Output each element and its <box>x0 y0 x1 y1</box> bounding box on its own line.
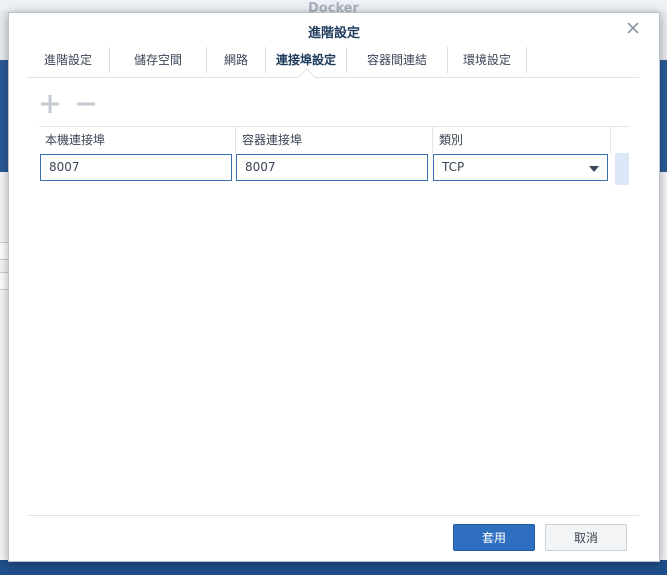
column-divider <box>610 127 611 153</box>
apply-button[interactable]: 套用 <box>453 524 535 551</box>
tab-storage[interactable]: 儲存空間 <box>110 45 206 76</box>
tab-label: 進階設定 <box>43 53 92 67</box>
row-selection-stripe <box>615 153 629 185</box>
footer-divider <box>27 515 639 516</box>
tab-label: 網路 <box>223 53 248 67</box>
tab-environment[interactable]: 環境設定 <box>448 45 526 76</box>
local-port-value: 8007 <box>49 160 80 174</box>
tab-container-links[interactable]: 容器間連結 <box>347 45 447 76</box>
minus-icon[interactable] <box>75 93 97 115</box>
dialog-title: 進階設定 <box>307 26 360 41</box>
type-select-value: TCP <box>442 160 465 174</box>
container-port-value: 8007 <box>245 160 276 174</box>
grid-header: 本機連接埠 容器連接埠 類別 <box>39 126 629 154</box>
cancel-button[interactable]: 取消 <box>545 524 627 551</box>
tab-label: 環境設定 <box>462 53 511 67</box>
plus-icon[interactable] <box>39 93 61 115</box>
tab-label: 容器間連結 <box>366 53 427 67</box>
column-header-local-port[interactable]: 本機連接埠 <box>39 127 235 153</box>
advanced-settings-dialog: 進階設定 進階設定 儲存空間 網路 連接埠設定 容器間連結 環境設定 本機連接埠… <box>8 12 660 562</box>
tab-label: 連接埠設定 <box>275 53 336 67</box>
tab-bar: 進階設定 儲存空間 網路 連接埠設定 容器間連結 環境設定 <box>27 45 639 87</box>
tab-label: 儲存空間 <box>133 53 182 67</box>
column-header-type[interactable]: 類別 <box>433 127 609 153</box>
tab-network[interactable]: 網路 <box>207 45 265 76</box>
background-footer-band <box>0 560 667 575</box>
column-header-container-port[interactable]: 容器連接埠 <box>236 127 432 153</box>
background-title-bar: Docker <box>0 0 667 16</box>
tab-divider <box>526 47 527 73</box>
type-select[interactable]: TCP <box>433 154 608 181</box>
container-port-input[interactable]: 8007 <box>236 154 428 181</box>
tab-advanced-settings[interactable]: 進階設定 <box>27 45 109 76</box>
chevron-down-icon <box>589 166 599 172</box>
local-port-input[interactable]: 8007 <box>40 154 232 181</box>
close-icon[interactable] <box>625 20 641 36</box>
